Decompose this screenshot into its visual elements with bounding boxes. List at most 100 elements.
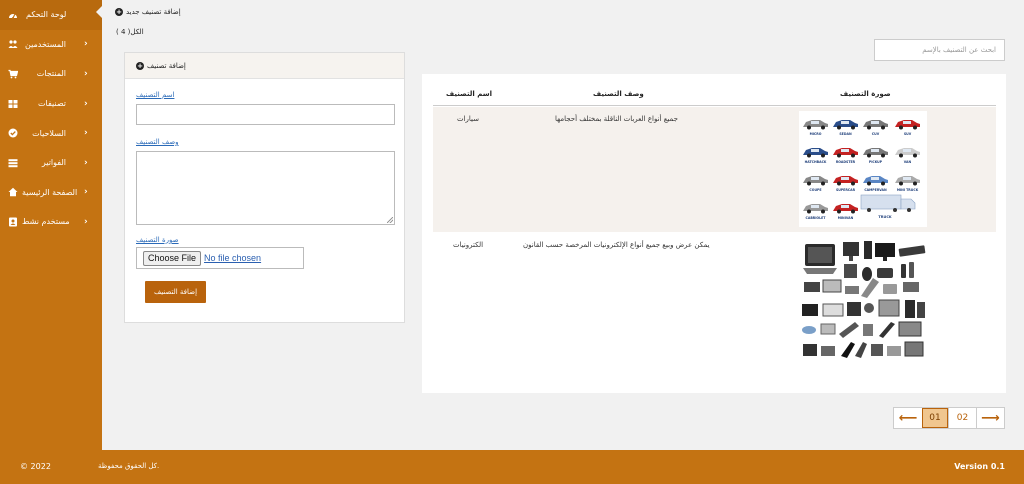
category-image-electronics	[799, 238, 928, 366]
cars-illustration: MICRO SEDAN CUV SUV HATCHBACK ROADSTER PICKUP V…	[803, 120, 920, 220]
chevron-right-icon: ›	[84, 128, 88, 139]
car-label: ROADSTER	[836, 160, 856, 164]
category-image-file-input: Choose File No file chosen	[136, 247, 304, 269]
resize-grip-icon[interactable]	[387, 217, 393, 223]
choose-file-button[interactable]: Choose File	[143, 250, 202, 266]
car-shape	[895, 148, 920, 158]
sidebar-item-active-user[interactable]: › مستخدم نشط	[0, 207, 102, 237]
column-header-name: اسم التصنيف	[446, 90, 493, 98]
sidebar-item-categories[interactable]: › تصنيفات	[0, 89, 102, 119]
category-description: يمكن عرض وبيع جميع أنواع الإلكترونيات ال…	[523, 241, 710, 249]
column-header-image: صورة التصنيف	[840, 90, 891, 98]
car-label: PICKUP	[869, 160, 883, 164]
car-shape	[803, 120, 828, 130]
plus-circle-icon: +	[136, 61, 144, 70]
sidebar-item-invoices[interactable]: › الفواتير	[0, 148, 102, 178]
car-shape	[833, 176, 858, 186]
sidebar-item-homepage[interactable]: › الصفحة الرئيسية	[0, 178, 102, 208]
users-icon	[8, 40, 18, 49]
category-name: الكترونيات	[453, 241, 484, 249]
footer: © 2022 كل الحقوق محفوظة. Version 0.1	[0, 450, 1024, 484]
search-input[interactable]: ابحث عن التصنيف بالإسم	[874, 39, 1005, 61]
sidebar-item-label: تصنيفات	[37, 99, 66, 109]
truck-shape	[860, 194, 916, 212]
sidebar-item-permissions[interactable]: › السلاحيات	[0, 118, 102, 148]
chevron-right-icon: ›	[84, 157, 88, 168]
sidebar-item-label: مستخدم نشط	[22, 217, 70, 227]
column-header-description: وصف التصنيف	[593, 90, 644, 98]
category-description-textarea[interactable]	[136, 151, 395, 225]
car-label: SUV	[904, 132, 912, 136]
list-icon	[8, 158, 18, 167]
chevron-right-icon: ›	[84, 187, 88, 198]
car-shape	[895, 176, 920, 186]
car-label: COUPE	[809, 188, 821, 192]
chevron-right-icon: ›	[84, 216, 88, 227]
car-shape	[803, 204, 828, 214]
car-shape	[863, 148, 888, 158]
category-name: سيارات	[457, 115, 480, 123]
car-shape	[833, 120, 858, 130]
chevron-right-icon: ›	[84, 68, 88, 79]
sidebar-item-label: لوحة التحكم	[26, 10, 67, 20]
car-label: CABRIOLET	[806, 216, 827, 220]
add-category-button[interactable]: إضافة التصنيف	[145, 281, 206, 303]
car-shape	[833, 148, 858, 158]
check-circle-icon	[8, 128, 18, 138]
car-label: HATCHBACK	[805, 160, 827, 164]
image-field-label: صورة التصنيف	[136, 236, 179, 244]
dashboard-icon	[9, 13, 17, 19]
table-row[interactable]: سيارات جميع أنواع العربات الناقلة بمختلف…	[433, 107, 996, 232]
prev-page-button[interactable]: ⟵	[894, 408, 922, 428]
sidebar-item-products[interactable]: › المنتجات	[0, 59, 102, 89]
car-label: CUV	[872, 132, 880, 136]
car-shape	[863, 120, 888, 130]
category-image-cars: MICRO SEDAN CUV SUV HATCHBACK ROADSTER PICKUP V…	[799, 111, 927, 227]
table-header: اسم التصنيف وصف التصنيف صورة التصنيف	[433, 84, 996, 106]
page-button-02[interactable]: 02	[948, 408, 976, 428]
car-label: VAN	[904, 160, 912, 164]
home-icon	[8, 188, 18, 197]
car-shape	[863, 176, 888, 186]
arrow-right-icon: ⟶	[981, 410, 1000, 426]
no-file-text: No file chosen	[204, 253, 262, 263]
sidebar: لوحة التحكم › المستخدمين › المنتجات › تص…	[0, 0, 103, 450]
chevron-right-icon: ›	[84, 98, 88, 109]
version-text: Version 0.1	[954, 462, 1005, 471]
sidebar-item-label: السلاحيات	[32, 128, 66, 138]
sidebar-item-label: المستخدمين	[25, 39, 66, 49]
table-row[interactable]: الكترونيات يمكن عرض وبيع جميع أنواع الإل…	[433, 233, 996, 369]
car-label: TRUCK	[878, 215, 891, 219]
sidebar-item-users[interactable]: › المستخدمين	[0, 30, 102, 60]
car-label: MINI TRUCK	[897, 188, 919, 192]
user-badge-icon	[9, 217, 17, 227]
grid-icon	[8, 99, 18, 108]
electronics-illustration	[802, 241, 926, 358]
form-title: إضافة تصنيف	[147, 61, 186, 70]
chevron-right-icon: ›	[84, 39, 88, 50]
sidebar-item-label: المنتجات	[36, 69, 66, 79]
plus-circle-icon: +	[115, 8, 123, 16]
car-label: MINIVAN	[838, 216, 854, 220]
add-category-label: إضافة تصنيف جديد	[126, 8, 181, 16]
sidebar-item-dashboard[interactable]: لوحة التحكم	[0, 0, 103, 30]
arrow-left-icon: ⟵	[898, 410, 918, 426]
sidebar-item-label: الصفحة الرئيسية	[22, 187, 78, 197]
category-name-input[interactable]	[136, 104, 395, 125]
pagination: ⟵ 01 02 ⟶	[893, 407, 1005, 429]
add-category-link[interactable]: + إضافة تصنيف جديد	[115, 8, 181, 16]
total-count: الكل( 4 )	[116, 28, 144, 36]
description-field-label: وصف التصنيف	[136, 138, 179, 146]
car-label: MICRO	[810, 132, 822, 136]
car-shape	[803, 148, 828, 158]
copyright-text: © 2022	[20, 462, 51, 471]
active-indicator	[96, 5, 103, 19]
cart-icon	[8, 69, 18, 79]
sidebar-item-label: الفواتير	[41, 158, 66, 168]
form-header: + إضافة تصنيف	[125, 53, 404, 79]
car-shape	[833, 204, 858, 214]
page-button-01[interactable]: 01	[922, 408, 948, 428]
next-page-button[interactable]: ⟶	[976, 408, 1004, 428]
categories-table: اسم التصنيف وصف التصنيف صورة التصنيف سيا…	[422, 74, 1006, 393]
rights-text: كل الحقوق محفوظة.	[98, 462, 160, 470]
